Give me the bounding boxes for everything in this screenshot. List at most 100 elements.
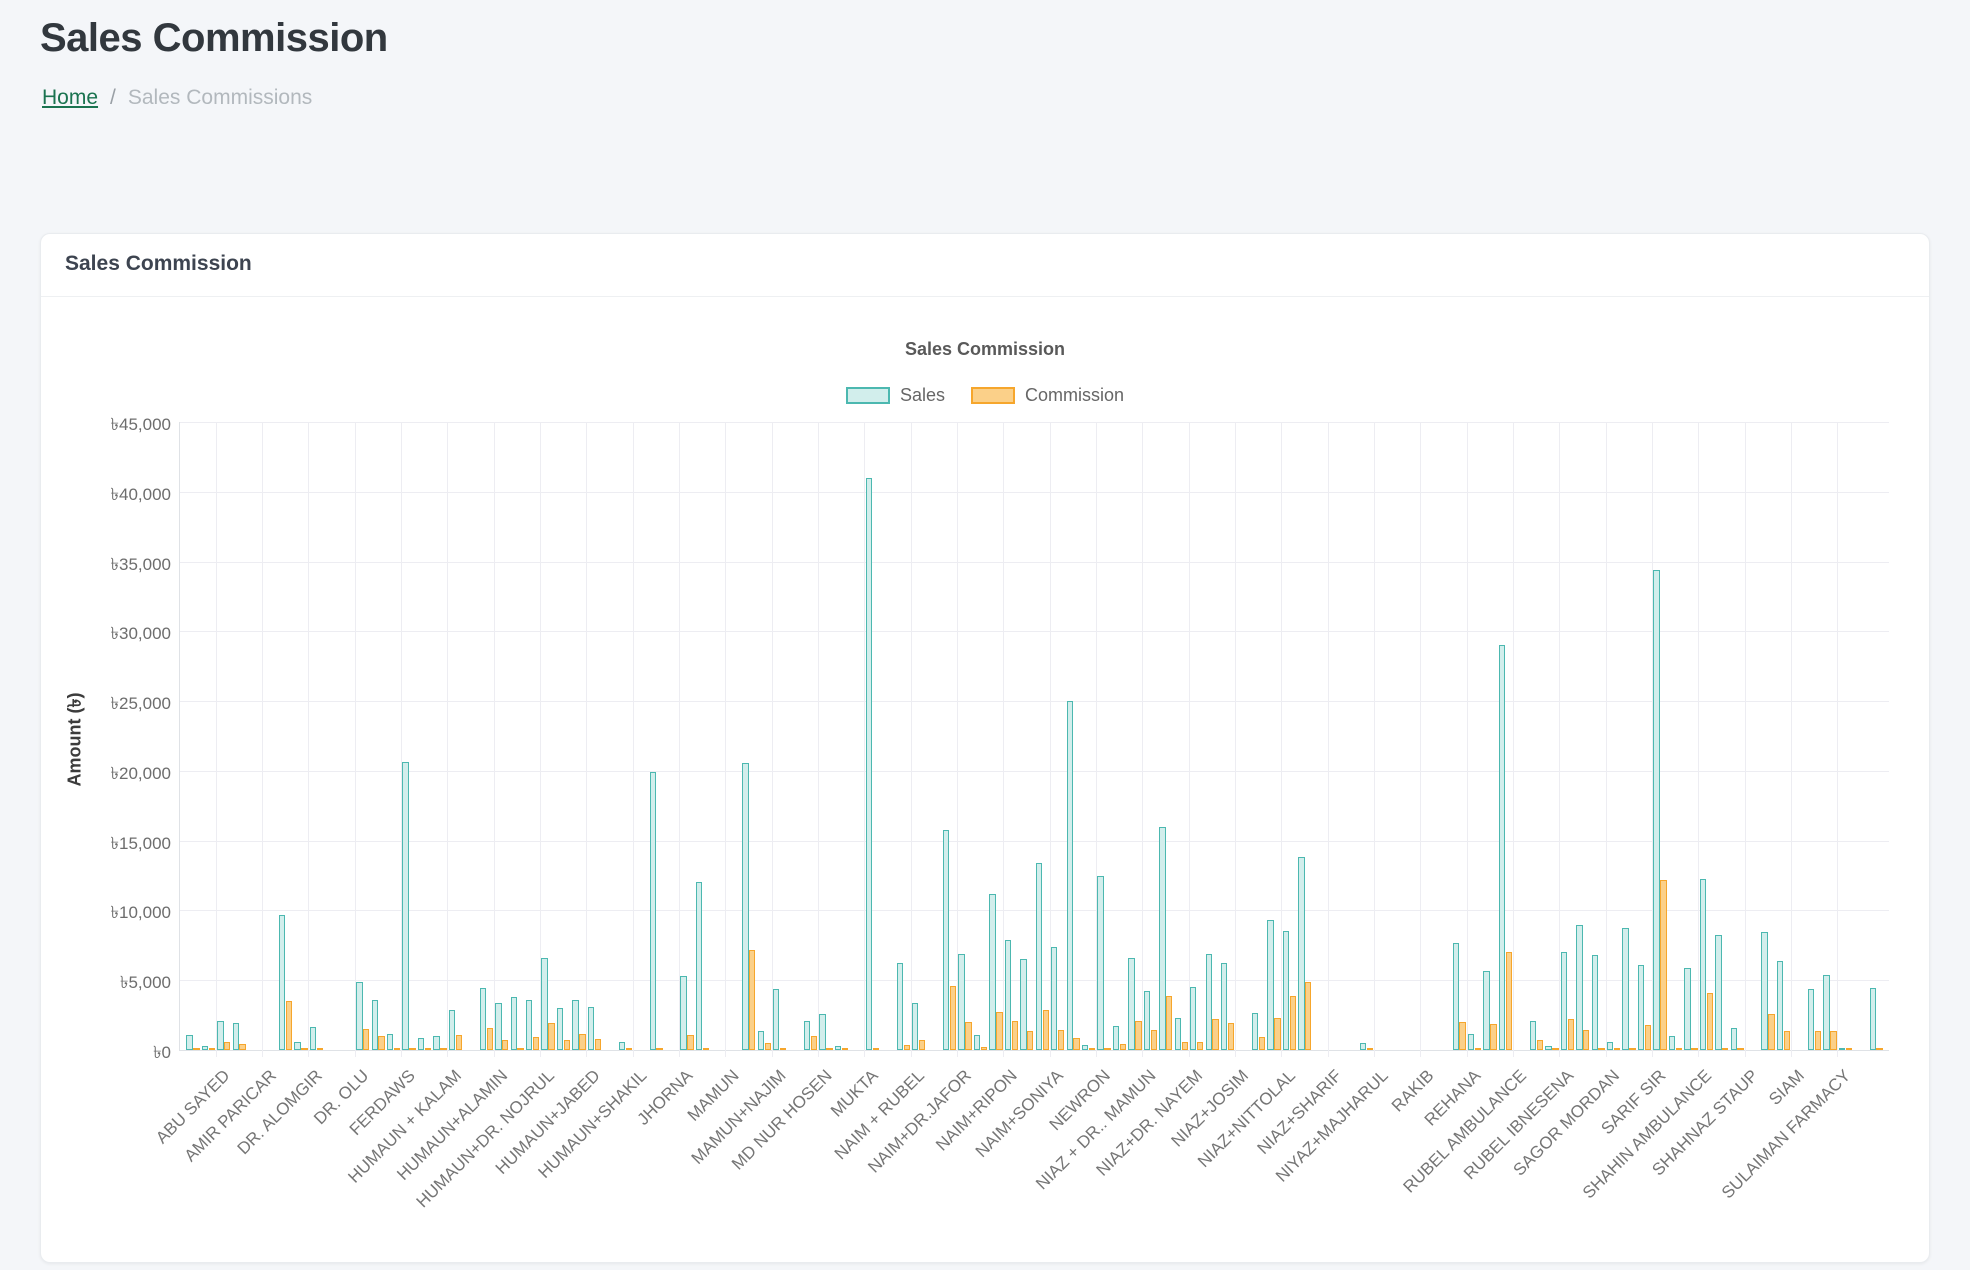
- bar-sales[interactable]: [1020, 959, 1026, 1050]
- bar-commission[interactable]: [919, 1040, 925, 1050]
- bar-sales[interactable]: [1545, 1046, 1551, 1050]
- bar-commission[interactable]: [873, 1048, 879, 1050]
- bar-sales[interactable]: [1113, 1026, 1119, 1050]
- bar-sales[interactable]: [974, 1035, 980, 1050]
- bar-commission[interactable]: [1459, 1022, 1465, 1050]
- bar-sales[interactable]: [1499, 645, 1505, 1050]
- bar-commission[interactable]: [1598, 1048, 1604, 1050]
- bar-commission[interactable]: [656, 1048, 662, 1050]
- bar-commission[interactable]: [1707, 993, 1713, 1050]
- bar-sales[interactable]: [1252, 1013, 1258, 1050]
- bar-sales[interactable]: [1144, 991, 1150, 1050]
- bar-commission[interactable]: [1120, 1044, 1126, 1050]
- bar-sales[interactable]: [1839, 1048, 1845, 1050]
- bar-commission[interactable]: [425, 1048, 431, 1050]
- bar-sales[interactable]: [912, 1003, 918, 1050]
- bar-commission[interactable]: [626, 1048, 632, 1050]
- bar-commission[interactable]: [317, 1048, 323, 1050]
- bar-sales[interactable]: [989, 894, 995, 1050]
- bar-sales[interactable]: [1669, 1036, 1675, 1050]
- bar-sales[interactable]: [1777, 961, 1783, 1050]
- bar-sales[interactable]: [1530, 1021, 1536, 1050]
- bar-commission[interactable]: [209, 1048, 215, 1050]
- bar-sales[interactable]: [1159, 827, 1165, 1050]
- bar-sales[interactable]: [356, 982, 362, 1050]
- breadcrumb-home-link[interactable]: Home: [42, 86, 98, 110]
- bar-sales[interactable]: [1360, 1043, 1366, 1050]
- bar-sales[interactable]: [418, 1038, 424, 1050]
- bar-sales[interactable]: [1870, 988, 1876, 1050]
- bar-commission[interactable]: [1846, 1048, 1852, 1050]
- bar-commission[interactable]: [1506, 952, 1512, 1050]
- bar-sales[interactable]: [696, 882, 702, 1050]
- bar-sales[interactable]: [680, 976, 686, 1050]
- bar-sales[interactable]: [1051, 947, 1057, 1050]
- bar-sales[interactable]: [1592, 955, 1598, 1050]
- bar-commission[interactable]: [811, 1036, 817, 1050]
- bar-commission[interactable]: [1490, 1024, 1496, 1050]
- bar-sales[interactable]: [1005, 940, 1011, 1050]
- bar-commission[interactable]: [1629, 1048, 1635, 1050]
- bar-commission[interactable]: [1722, 1048, 1728, 1050]
- bar-commission[interactable]: [965, 1022, 971, 1050]
- bar-sales[interactable]: [1082, 1045, 1088, 1050]
- bar-sales[interactable]: [958, 954, 964, 1050]
- bar-sales[interactable]: [202, 1046, 208, 1050]
- bar-sales[interactable]: [511, 997, 517, 1050]
- bar-sales[interactable]: [619, 1042, 625, 1050]
- bar-commission[interactable]: [1274, 1018, 1280, 1050]
- bar-sales[interactable]: [372, 1000, 378, 1050]
- bar-commission[interactable]: [1768, 1014, 1774, 1050]
- bar-sales[interactable]: [1468, 1034, 1474, 1050]
- bar-commission[interactable]: [1784, 1031, 1790, 1050]
- bar-sales[interactable]: [572, 1000, 578, 1050]
- bar-commission[interactable]: [1073, 1038, 1079, 1050]
- bar-sales[interactable]: [1221, 963, 1227, 1050]
- bar-sales[interactable]: [1267, 920, 1273, 1050]
- bar-commission[interactable]: [1537, 1040, 1543, 1050]
- bar-sales[interactable]: [1128, 958, 1134, 1050]
- bar-commission[interactable]: [749, 950, 755, 1050]
- legend-item-sales[interactable]: Sales: [846, 385, 945, 406]
- bar-commission[interactable]: [1367, 1048, 1373, 1050]
- bar-commission[interactable]: [1568, 1019, 1574, 1050]
- bar-commission[interactable]: [1012, 1021, 1018, 1050]
- bar-commission[interactable]: [1135, 1021, 1141, 1050]
- bar-sales[interactable]: [1731, 1028, 1737, 1050]
- bar-sales[interactable]: [449, 1010, 455, 1050]
- bar-sales[interactable]: [819, 1014, 825, 1050]
- bar-sales[interactable]: [526, 1000, 532, 1050]
- bar-commission[interactable]: [1676, 1048, 1682, 1050]
- bar-sales[interactable]: [1638, 965, 1644, 1050]
- bar-sales[interactable]: [1175, 1018, 1181, 1050]
- bar-commission[interactable]: [1290, 996, 1296, 1050]
- bar-sales[interactable]: [217, 1021, 223, 1050]
- bar-commission[interactable]: [1212, 1019, 1218, 1050]
- bar-sales[interactable]: [1206, 954, 1212, 1050]
- bar-commission[interactable]: [1104, 1048, 1110, 1050]
- bar-commission[interactable]: [842, 1048, 848, 1050]
- bar-sales[interactable]: [387, 1034, 393, 1050]
- bar-sales[interactable]: [758, 1031, 764, 1050]
- bar-sales[interactable]: [866, 478, 872, 1050]
- bar-sales[interactable]: [943, 830, 949, 1050]
- bar-sales[interactable]: [557, 1008, 563, 1050]
- bar-sales[interactable]: [1576, 925, 1582, 1050]
- bar-commission[interactable]: [1815, 1031, 1821, 1050]
- bar-sales[interactable]: [897, 963, 903, 1050]
- bar-sales[interactable]: [1761, 932, 1767, 1050]
- bar-commission[interactable]: [301, 1048, 307, 1050]
- bar-commission[interactable]: [1876, 1048, 1882, 1050]
- bar-commission[interactable]: [533, 1037, 539, 1050]
- bar-commission[interactable]: [440, 1048, 446, 1050]
- bar-sales[interactable]: [233, 1023, 239, 1050]
- bar-sales[interactable]: [495, 1003, 501, 1050]
- bar-commission[interactable]: [517, 1048, 523, 1050]
- bar-commission[interactable]: [1614, 1048, 1620, 1050]
- bar-sales[interactable]: [1097, 876, 1103, 1050]
- bar-commission[interactable]: [378, 1036, 384, 1050]
- bar-commission[interactable]: [1089, 1048, 1095, 1050]
- bar-sales[interactable]: [804, 1021, 810, 1050]
- bar-commission[interactable]: [1027, 1031, 1033, 1050]
- bar-commission[interactable]: [780, 1048, 786, 1050]
